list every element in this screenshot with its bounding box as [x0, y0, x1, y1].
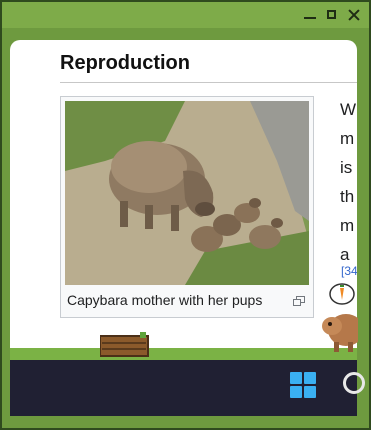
close-icon[interactable] — [345, 6, 363, 24]
window-controls — [301, 6, 363, 24]
grass-decoration — [10, 348, 357, 360]
capybara-photo[interactable] — [65, 101, 309, 285]
heading-divider — [60, 82, 357, 83]
search-icon[interactable] — [343, 372, 365, 394]
article-text-clipped: W m is th m a — [340, 95, 357, 269]
text-fragment: m — [340, 216, 355, 235]
wooden-crate-icon — [99, 332, 150, 358]
maximize-icon[interactable] — [323, 6, 341, 24]
taskbar — [10, 360, 365, 416]
citation-link[interactable]: [34 — [341, 264, 357, 278]
figure-caption: Capybara mother with her pups — [67, 292, 263, 308]
enlarge-icon[interactable] — [293, 296, 305, 306]
windows-logo-icon[interactable] — [290, 372, 316, 398]
text-fragment: is — [340, 158, 353, 177]
minimize-icon[interactable] — [301, 6, 319, 24]
title-bar[interactable] — [2, 2, 369, 28]
text-fragment: m — [340, 129, 355, 148]
figure-thumbnail: Capybara mother with her pups — [60, 96, 314, 318]
text-fragment: th — [340, 187, 355, 206]
text-fragment: W — [340, 100, 357, 119]
article-view: Reproduction Capybara mother with her pu… — [10, 40, 357, 354]
section-heading: Reproduction — [60, 52, 190, 74]
capybara-pet-icon[interactable] — [322, 282, 364, 354]
